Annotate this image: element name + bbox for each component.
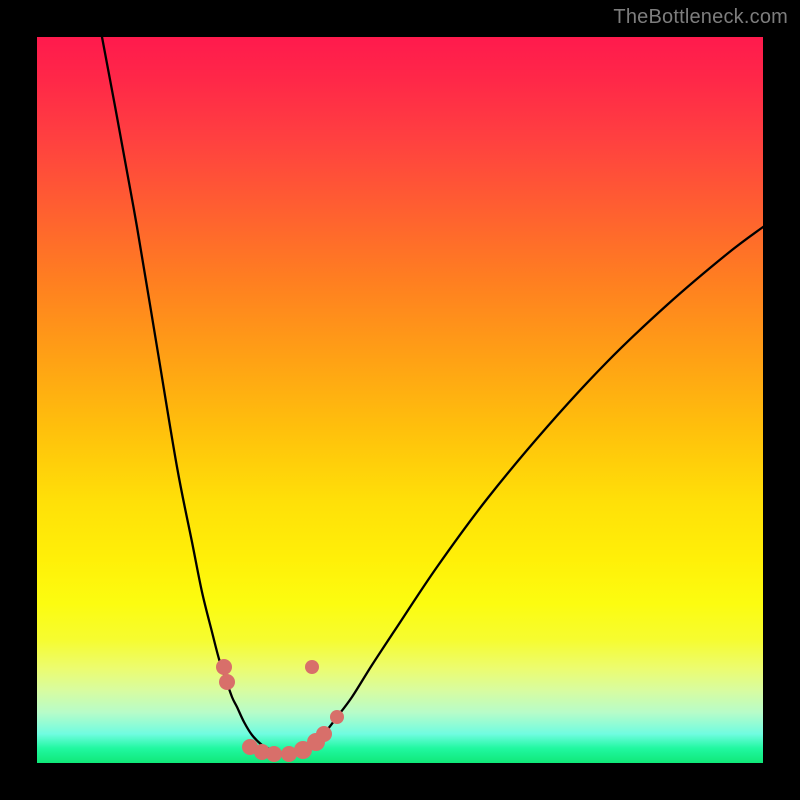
watermark-text: TheBottleneck.com — [613, 6, 788, 29]
chart-frame: TheBottleneck.com — [0, 0, 800, 800]
plot-area — [37, 37, 763, 763]
data-marker — [219, 674, 235, 690]
bottleneck-curve-right — [282, 227, 763, 753]
data-marker — [216, 659, 232, 675]
bottleneck-curve-left — [102, 37, 282, 753]
data-markers — [216, 659, 344, 762]
data-marker — [305, 660, 319, 674]
data-marker — [266, 746, 282, 762]
data-marker — [330, 710, 344, 724]
curve-layer — [37, 37, 763, 763]
data-marker — [316, 726, 332, 742]
